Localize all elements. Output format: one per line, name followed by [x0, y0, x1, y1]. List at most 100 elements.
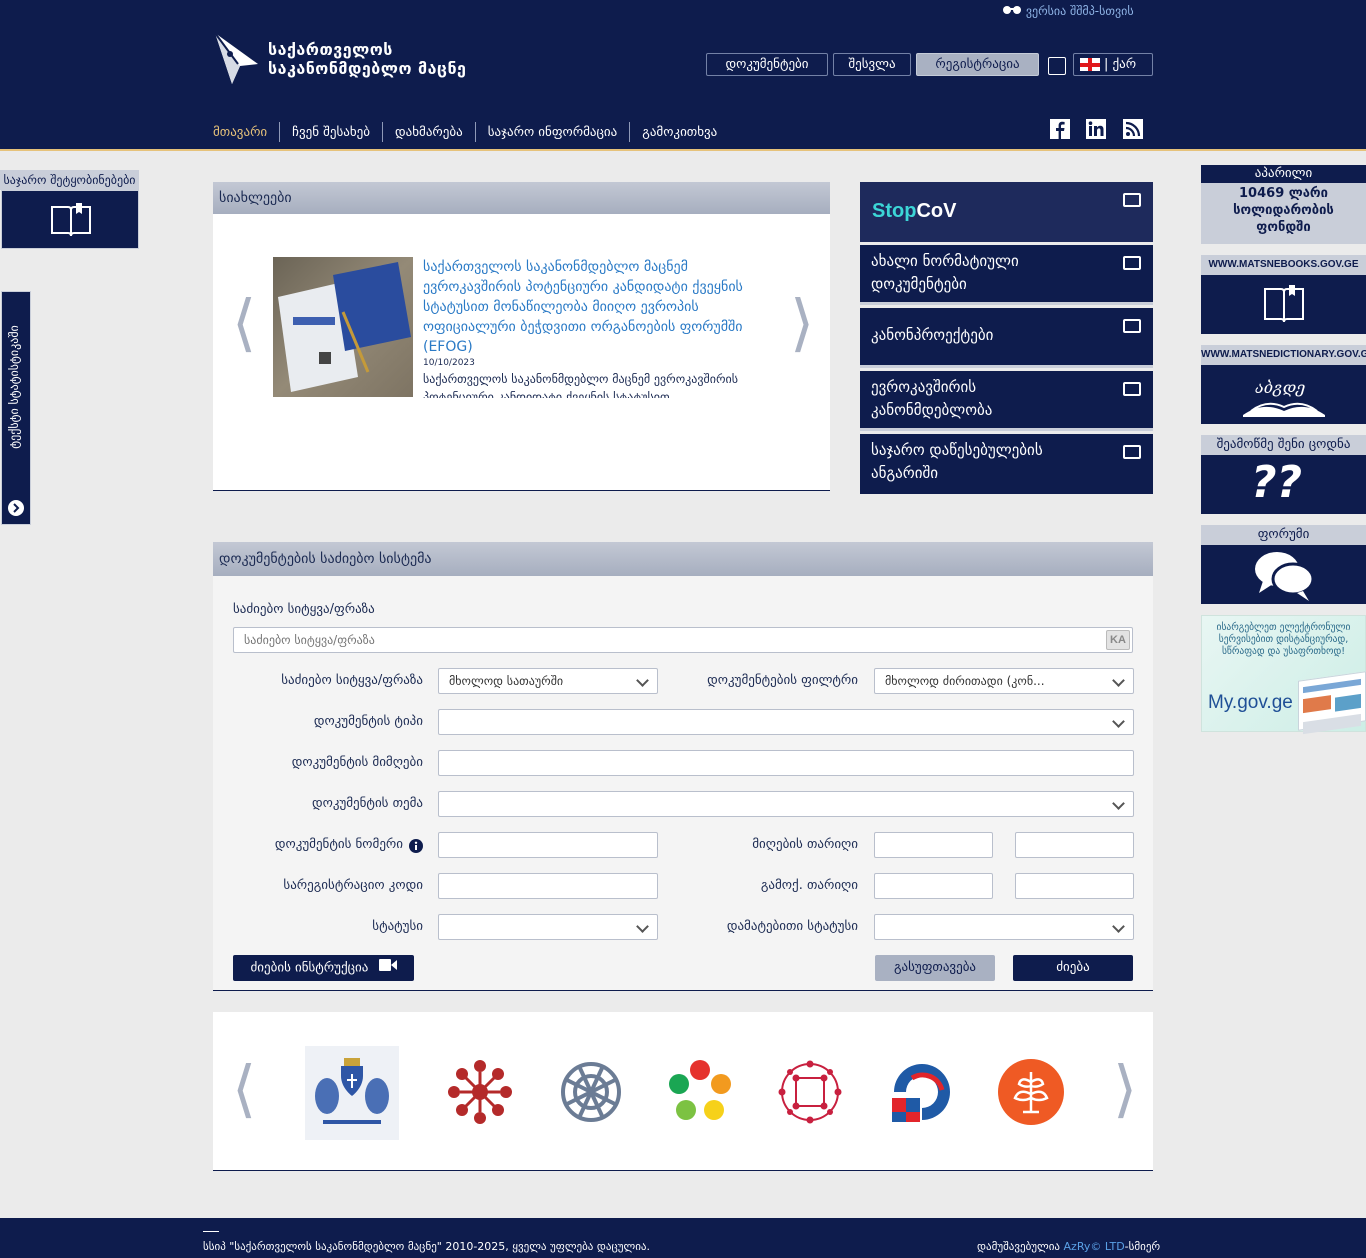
- issuer-input[interactable]: [438, 750, 1134, 776]
- logo-icon[interactable]: [212, 30, 262, 86]
- partner-knot-logo[interactable]: [557, 1058, 625, 1126]
- issuer-label: დოკუმენტის მიმღები: [291, 755, 423, 770]
- nav-home[interactable]: მთავარი: [213, 125, 267, 140]
- reg-code-input[interactable]: [438, 873, 658, 899]
- register-button[interactable]: რეგისტრაცია: [916, 53, 1039, 76]
- nav-separator: [382, 122, 383, 142]
- publish-date-to[interactable]: [1015, 873, 1134, 899]
- partner-orange-logo[interactable]: [997, 1058, 1065, 1126]
- tile-line: ევროკავშირის: [871, 378, 977, 396]
- nav-separator: [474, 122, 476, 142]
- extra-status-label: დამატებითი სტატუსი: [726, 919, 858, 934]
- side-tab-label: ტექსტი სტატისტიკაში: [7, 325, 21, 449]
- publish-date-label: გამოქ. თარიღი: [760, 878, 858, 893]
- keyword-input[interactable]: [233, 627, 1133, 653]
- partners-next-arrow[interactable]: ⟩: [1113, 1058, 1137, 1120]
- tile-line: დოკუმენტები: [871, 275, 967, 293]
- partners-prev-arrow[interactable]: ⟨: [232, 1058, 256, 1120]
- nav-survey[interactable]: გამოკითხვა: [642, 125, 717, 140]
- rss-icon[interactable]: [1123, 119, 1143, 139]
- language-selector[interactable]: | ქარ: [1073, 53, 1153, 76]
- login-button[interactable]: შესვლა: [833, 53, 911, 76]
- matsnedictionary-box[interactable]: WWW.MATSNEDICTIONARY.GOV.GE აბგდე: [1201, 345, 1366, 424]
- news-summary: საქართველოს საკანონმდებლო მაცნემ ევროკავ…: [423, 372, 738, 398]
- partner-red-logo[interactable]: [446, 1058, 514, 1126]
- logo-title[interactable]: საქართველოს საკანონმდებლო მაცნე: [268, 40, 466, 78]
- donation-line-2: სოლიდარობის: [1233, 203, 1334, 218]
- nav-public-info[interactable]: საჯარო ინფორმაცია: [488, 125, 618, 140]
- stopcov-tile[interactable]: StopCoV: [860, 182, 1153, 242]
- donation-amount: 10469 ლარი: [1239, 186, 1328, 201]
- clear-button[interactable]: გასუფთავება: [875, 955, 995, 981]
- news-image[interactable]: [273, 257, 413, 397]
- nav-about[interactable]: ჩვენ შესახებ: [292, 125, 370, 140]
- footer-credits: დამუშავებულია AzRy© LTD-სმიერ: [977, 1240, 1160, 1253]
- public-institution-report-tile[interactable]: საჯარო დაწესებულების ანგარიში: [860, 434, 1153, 494]
- contrast-checkbox[interactable]: [1048, 57, 1066, 75]
- quiz-box[interactable]: შეამოწმე შენი ცოდნა ??: [1201, 435, 1366, 514]
- folder-icon: [1123, 445, 1141, 459]
- georgia-flag-icon: [1080, 58, 1100, 71]
- circle-arrow-right-icon: [8, 500, 24, 520]
- adopt-date-to[interactable]: [1015, 832, 1134, 858]
- keyboard-layout-toggle[interactable]: KA: [1106, 630, 1130, 650]
- donation-box[interactable]: აპარილი 10469 ლარი სოლიდარობის ფონდში: [1201, 165, 1366, 244]
- low-vision-link[interactable]: ვერსია შშმპ-სთვის: [1002, 4, 1134, 19]
- status-label: სტატუსი: [372, 919, 423, 934]
- draft-laws-tile[interactable]: კანონპროექტები: [860, 308, 1153, 368]
- documents-button[interactable]: დოკუმენტები: [706, 53, 828, 76]
- doc-type-label: დოკუმენტის ტიპი: [313, 714, 423, 729]
- devices-illustration-icon: [1298, 671, 1366, 735]
- mygov-text: ისარგებლეთ ელექტრონული სერვისებით დისტან…: [1216, 622, 1351, 657]
- scope-value: მხოლოდ სათაურში: [449, 674, 564, 688]
- side-tab[interactable]: ტექსტი სტატისტიკაში: [1, 291, 31, 525]
- nav-help[interactable]: დახმარება: [395, 125, 463, 140]
- doc-number-input[interactable]: [438, 832, 658, 858]
- dictionary-icon: აბგდე: [1241, 371, 1327, 423]
- news-prev-arrow[interactable]: ⟨: [232, 292, 256, 354]
- partner-multicolor-logo[interactable]: [666, 1058, 734, 1126]
- tile-line: ანგარიში: [871, 464, 939, 482]
- doc-number-label: დოკუმენტის ნომერი: [274, 837, 403, 852]
- info-icon[interactable]: [409, 838, 423, 857]
- filter-label: დოკუმენტების ფილტრი: [707, 673, 858, 688]
- topic-label: დოკუმენტის თემა: [311, 796, 423, 811]
- adopt-date-from[interactable]: [874, 832, 993, 858]
- topic-select[interactable]: [438, 791, 1134, 817]
- logo-line-2: საკანონმდებლო მაცნე: [268, 59, 467, 78]
- logo-line-1: საქართველოს: [268, 40, 393, 59]
- linkedin-icon[interactable]: [1086, 119, 1106, 139]
- filter-select[interactable]: მხოლოდ ძირითადი (კონ...: [874, 668, 1134, 694]
- search-instruction-label: ძიების ინსტრუქცია: [250, 960, 369, 976]
- search-button[interactable]: ძიება: [1013, 955, 1133, 981]
- mygov-banner[interactable]: ისარგებლეთ ელექტრონული სერვისებით დისტან…: [1201, 615, 1366, 735]
- folder-icon: [1123, 193, 1141, 207]
- coat-of-arms-logo[interactable]: [303, 1044, 401, 1142]
- header-divider: [0, 149, 1366, 151]
- chat-bubbles-icon: [1253, 549, 1315, 607]
- partner-blue-red-logo[interactable]: [888, 1058, 956, 1126]
- forum-box[interactable]: ფორუმი: [1201, 525, 1366, 604]
- search-instruction-button[interactable]: ძიების ინსტრუქცია: [233, 955, 414, 981]
- public-announcements-box[interactable]: [1, 190, 139, 249]
- news-next-arrow[interactable]: ⟩: [790, 292, 814, 354]
- stopcov-brand: StopCoV: [872, 200, 957, 222]
- publish-date-from[interactable]: [874, 873, 993, 899]
- new-normative-docs-tile[interactable]: ახალი ნორმატიული დოკუმენტები: [860, 245, 1153, 305]
- status-select[interactable]: [438, 914, 658, 940]
- language-label: | ქარ: [1104, 57, 1137, 72]
- facebook-icon[interactable]: [1050, 119, 1070, 139]
- extra-status-select[interactable]: [874, 914, 1134, 940]
- matsnebooks-box[interactable]: WWW.MATSNEBOOKS.GOV.GE: [1201, 255, 1366, 334]
- video-camera-icon: [378, 955, 397, 981]
- folder-icon: [1123, 382, 1141, 396]
- scope-select[interactable]: მხოლოდ სათაურში: [438, 668, 658, 694]
- news-photo-icon: [278, 262, 411, 392]
- nav-separator: [629, 122, 631, 142]
- developer-link[interactable]: AzRy© LTD: [1064, 1240, 1125, 1253]
- news-title-link[interactable]: საქართველოს საკანონმდებლო მაცნემ ევროკავ…: [423, 257, 748, 357]
- partner-dots-logo[interactable]: [776, 1058, 844, 1126]
- eu-legislation-tile[interactable]: ევროკავშირის კანონმდებლობა: [860, 371, 1153, 431]
- folder-icon: [1123, 256, 1141, 270]
- doc-type-select[interactable]: [438, 709, 1134, 735]
